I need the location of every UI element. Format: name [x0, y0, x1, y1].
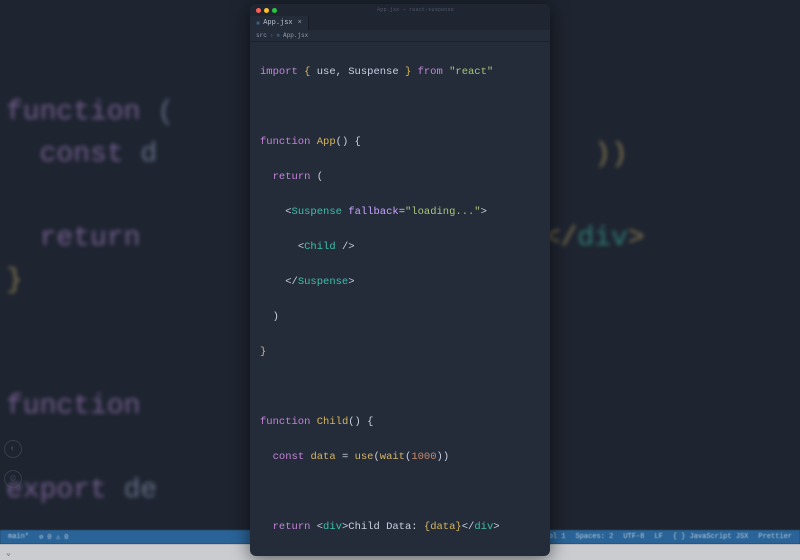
code-line[interactable]: function Child() { [260, 414, 550, 432]
tab-close-icon[interactable]: × [298, 19, 302, 27]
code-line[interactable]: import { use, Suspense } from "react" [260, 64, 550, 82]
react-icon: ⚛ [256, 19, 260, 28]
account-icon: ◐ [4, 440, 22, 458]
crumb-src[interactable]: src [256, 32, 267, 39]
window-title: App.jsx — react-suspense [281, 7, 550, 13]
editor-titlebar: App.jsx — react-suspense [250, 4, 550, 16]
crumb-file[interactable]: App.jsx [283, 32, 308, 39]
status-problems: ⊘ 0 ⚠ 0 [39, 533, 68, 542]
status-branch: main* [8, 533, 29, 542]
code-line[interactable]: } [260, 344, 550, 362]
bg-kw-function-2: function [6, 391, 140, 422]
bg-kw-return: return [40, 223, 141, 254]
code-line-blank[interactable] [260, 99, 550, 117]
status-eol: LF [654, 533, 662, 541]
activitybar-icons: ◐ ⚙ [4, 440, 22, 488]
tab-app-jsx[interactable]: ⚛ App.jsx × [250, 16, 309, 30]
code-line[interactable]: ) [260, 309, 550, 327]
code-line[interactable]: return ( [260, 169, 550, 187]
close-icon[interactable] [256, 8, 261, 13]
code-line-blank[interactable] [260, 379, 550, 397]
status-prettier: Prettier [758, 533, 792, 541]
code-line[interactable]: } [260, 554, 550, 557]
status-indent: Spaces: 2 [576, 533, 614, 541]
react-icon: ⚛ [276, 32, 280, 39]
foreground-panel: App.jsx — react-suspense ⚛ App.jsx × src… [250, 4, 550, 556]
code-line[interactable]: const data = use(wait(1000)) [260, 449, 550, 467]
code-line[interactable]: return <div>Child Data: {data}</div> [260, 519, 550, 537]
code-line[interactable]: <Child /> [260, 239, 550, 257]
gear-icon: ⚙ [4, 470, 22, 488]
code-line[interactable]: </Suspense> [260, 274, 550, 292]
code-line[interactable]: function App() { [260, 134, 550, 152]
chevron-right-icon: › [270, 32, 274, 39]
code-editor[interactable]: import { use, Suspense } from "react" fu… [250, 42, 550, 556]
breadcrumb[interactable]: src › ⚛ App.jsx [250, 30, 550, 42]
code-line-blank[interactable] [260, 484, 550, 502]
zoom-icon[interactable] [272, 8, 277, 13]
editor-tabstrip[interactable]: ⚛ App.jsx × [250, 16, 550, 30]
editor-window: App.jsx — react-suspense ⚛ App.jsx × src… [250, 4, 550, 556]
tab-label: App.jsx [263, 19, 292, 27]
status-encoding: UTF-8 [623, 533, 644, 541]
minimize-icon[interactable] [264, 8, 269, 13]
code-line[interactable]: <Suspense fallback="loading..."> [260, 204, 550, 222]
traffic-lights[interactable] [256, 8, 277, 13]
chevron-down-icon: ⌄ [6, 548, 11, 558]
status-language: { } JavaScript JSX [673, 533, 749, 541]
bg-kw-function-1: function [6, 97, 140, 128]
bg-kw-const: const [40, 139, 124, 170]
